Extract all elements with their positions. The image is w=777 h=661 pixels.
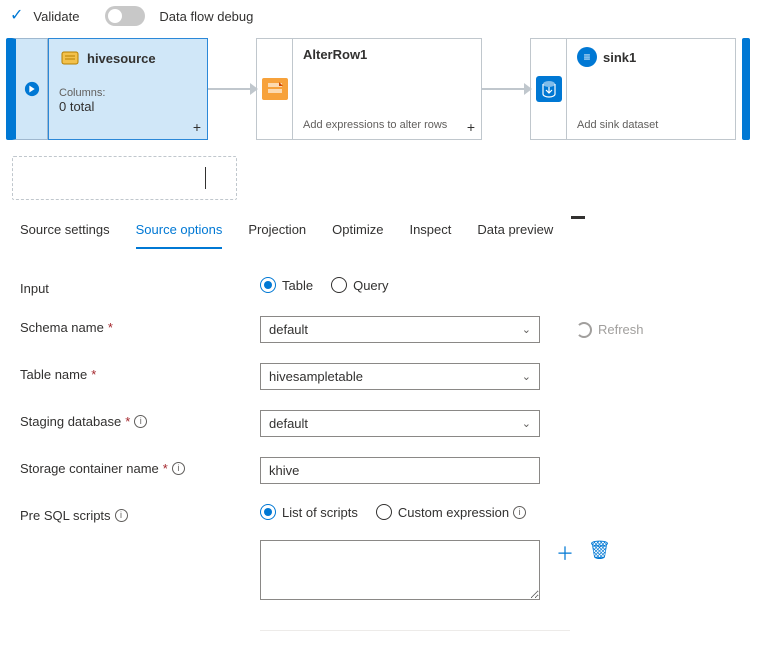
- presql-radio-list[interactable]: List of scripts: [260, 504, 358, 520]
- add-step-plus[interactable]: +: [193, 119, 201, 135]
- sink-dot-icon: ≡: [577, 47, 597, 67]
- required-mark: *: [163, 461, 168, 476]
- radio-icon: [331, 277, 347, 293]
- data-flow-debug-toggle[interactable]: [105, 6, 145, 26]
- radio-icon: [376, 504, 392, 520]
- validate-button[interactable]: Validate: [33, 9, 79, 24]
- info-icon[interactable]: i: [134, 415, 147, 428]
- tab-projection[interactable]: Projection: [248, 222, 306, 249]
- source-arrow-icon: [24, 81, 40, 97]
- flow-node-hivesource[interactable]: hivesource Columns: 0 total +: [48, 38, 208, 140]
- tab-optimize[interactable]: Optimize: [332, 222, 383, 249]
- source-options-form: Input Table Query Schema name * default …: [0, 249, 777, 651]
- select-value: hivesampletable: [269, 369, 363, 384]
- sink-db-icon: [536, 76, 562, 102]
- add-node-placeholder[interactable]: [12, 156, 237, 200]
- storage-container-input[interactable]: khive: [260, 457, 540, 484]
- tab-source-options[interactable]: Source options: [136, 222, 223, 249]
- refresh-icon: [576, 322, 592, 338]
- delete-script-button[interactable]: 🗑: [588, 540, 611, 561]
- presql-radio-custom[interactable]: Custom expression i: [376, 504, 526, 520]
- add-script-button[interactable]: ＋: [556, 540, 574, 566]
- alter-side: [256, 38, 292, 140]
- select-value: default: [269, 322, 308, 337]
- data-flow-canvas: hivesource Columns: 0 total + AlterRow1 …: [0, 32, 777, 200]
- tab-inspect[interactable]: Inspect: [409, 222, 451, 249]
- flow-node-sink[interactable]: ≡ sink1 Add sink dataset: [566, 38, 736, 140]
- radio-label: List of scripts: [282, 505, 358, 520]
- node-title: sink1: [603, 50, 636, 65]
- table-name-select[interactable]: hivesampletable ⌄: [260, 363, 540, 390]
- source-side-icon: [12, 38, 48, 140]
- schema-refresh-button[interactable]: Refresh: [576, 322, 644, 338]
- chevron-down-icon: ⌄: [522, 417, 531, 430]
- radio-label: Query: [353, 278, 388, 293]
- toggle-knob: [108, 9, 122, 23]
- divider: [260, 630, 570, 631]
- tab-data-preview[interactable]: Data preview: [477, 222, 553, 249]
- radio-label: Table: [282, 278, 313, 293]
- flow-rail-right: [742, 38, 750, 140]
- alter-row-icon: [262, 78, 288, 100]
- schema-name-select[interactable]: default ⌄: [260, 316, 540, 343]
- presql-label: Pre SQL scripts: [20, 508, 111, 523]
- node-hint: Add sink dataset: [577, 119, 725, 131]
- input-value: khive: [269, 463, 299, 478]
- input-radio-query[interactable]: Query: [331, 277, 388, 293]
- data-flow-debug-label: Data flow debug: [159, 9, 253, 24]
- presql-script-textarea[interactable]: [260, 540, 540, 600]
- staging-db-select[interactable]: default ⌄: [260, 410, 540, 437]
- refresh-label: Refresh: [598, 322, 644, 337]
- node-hint: Add expressions to alter rows: [303, 119, 471, 131]
- tab-marker-icon: [571, 216, 585, 219]
- add-step-plus[interactable]: +: [467, 119, 475, 135]
- radio-icon: [260, 504, 276, 520]
- required-mark: *: [125, 414, 130, 429]
- columns-value: 0 total: [59, 99, 94, 114]
- input-radio-table[interactable]: Table: [260, 277, 313, 293]
- table-name-label: Table name: [20, 367, 87, 382]
- flow-connector: [482, 38, 530, 140]
- hive-source-icon: [59, 47, 81, 69]
- flow-connector: [208, 38, 256, 140]
- node-title: AlterRow1: [303, 47, 367, 62]
- radio-label: Custom expression: [398, 505, 509, 520]
- required-mark: *: [91, 367, 96, 382]
- validate-check-icon: ✓: [10, 8, 23, 24]
- storage-container-label: Storage container name: [20, 461, 159, 476]
- staging-db-label: Staging database: [20, 414, 121, 429]
- sink-side: [530, 38, 566, 140]
- info-icon[interactable]: i: [172, 462, 185, 475]
- caret-icon: [205, 167, 206, 189]
- node-title: hivesource: [87, 51, 156, 66]
- select-value: default: [269, 416, 308, 431]
- columns-label: Columns:: [59, 87, 105, 99]
- flow-node-alterrow[interactable]: AlterRow1 Add expressions to alter rows …: [292, 38, 482, 140]
- config-tabstrip: Source settings Source options Projectio…: [0, 200, 777, 249]
- required-mark: *: [108, 320, 113, 335]
- info-icon[interactable]: i: [513, 506, 526, 519]
- tab-source-settings[interactable]: Source settings: [20, 222, 110, 249]
- schema-name-label: Schema name: [20, 320, 104, 335]
- input-label: Input: [20, 281, 49, 296]
- radio-icon: [260, 277, 276, 293]
- chevron-down-icon: ⌄: [522, 323, 531, 336]
- info-icon[interactable]: i: [115, 509, 128, 522]
- chevron-down-icon: ⌄: [522, 370, 531, 383]
